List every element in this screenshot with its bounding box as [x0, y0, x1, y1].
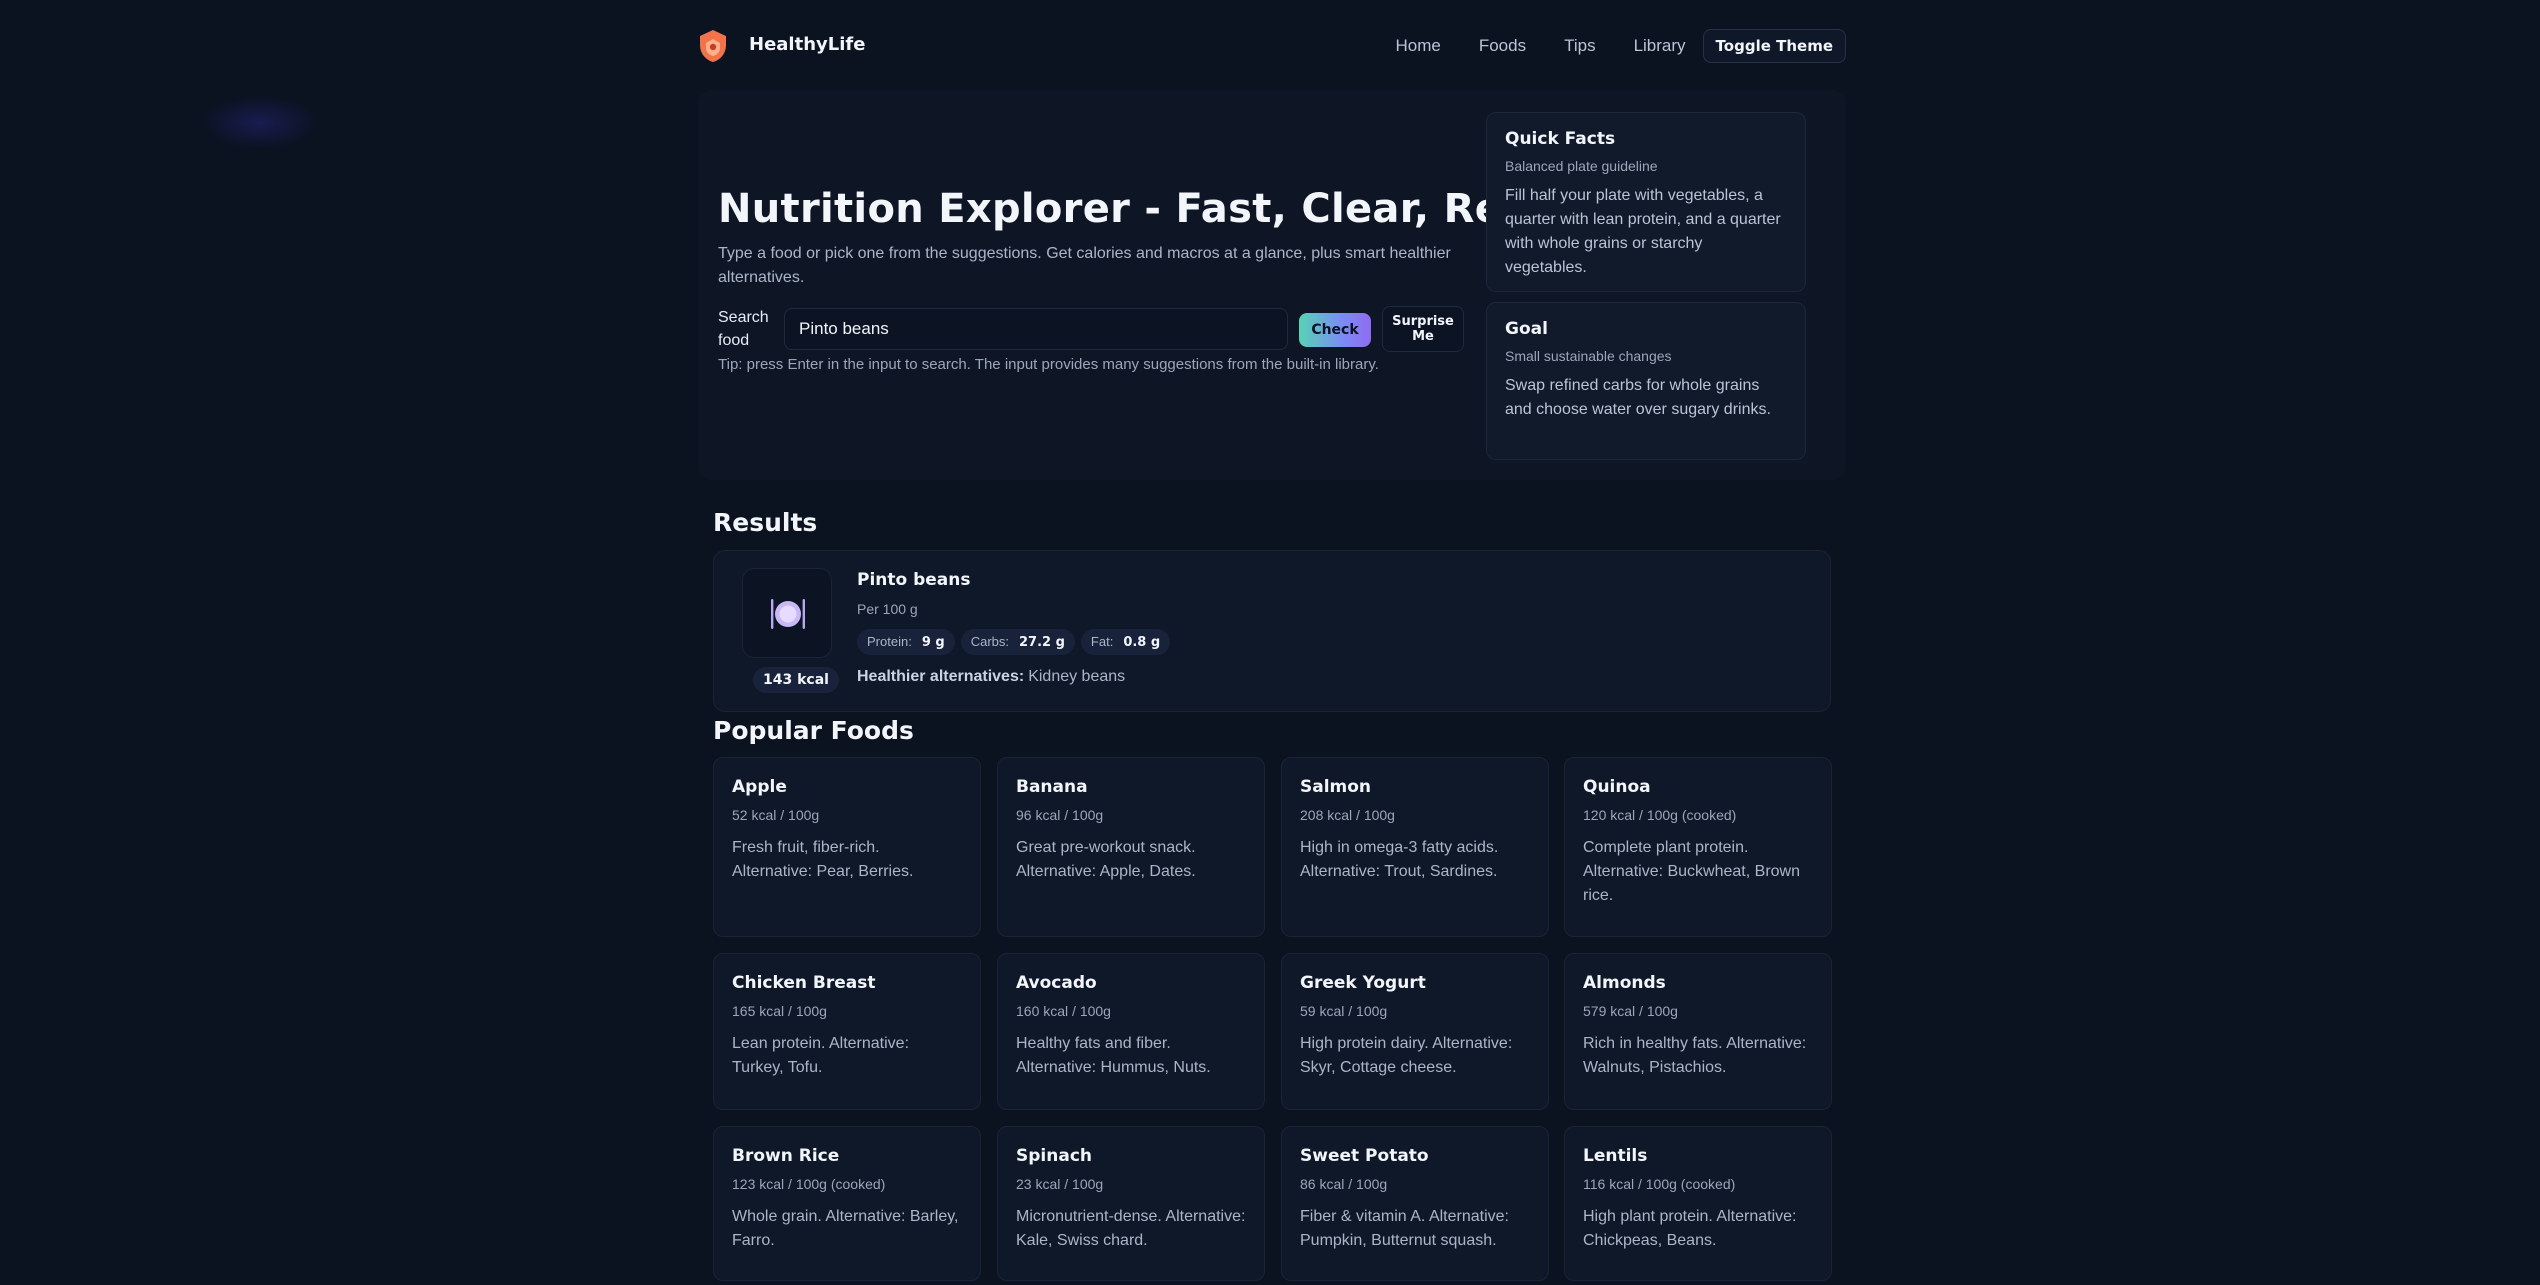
hero-panel: Nutrition Explorer - Fast, Clear, Reliab…: [698, 90, 1846, 480]
food-card-brown-rice[interactable]: Brown Rice 123 kcal / 100g (cooked) Whol…: [713, 1126, 981, 1281]
macro-value: 27.2 g: [1019, 635, 1065, 650]
food-name: Avocado: [1016, 973, 1097, 993]
food-desc: Whole grain. Alternative: Barley, Farro.: [732, 1208, 959, 1249]
alternatives-value: Kidney beans: [1028, 668, 1126, 685]
macro-value: 0.8 g: [1123, 635, 1161, 650]
food-card-salmon[interactable]: Salmon 208 kcal / 100g High in omega-3 f…: [1281, 757, 1549, 937]
surprise-me-button[interactable]: Surprise Me: [1382, 306, 1464, 352]
food-kcal: 208 kcal / 100g: [1300, 807, 1395, 823]
food-desc: Micronutrient-dense. Alternative: Kale, …: [1016, 1208, 1246, 1249]
food-card-lentils[interactable]: Lentils 116 kcal / 100g (cooked) High pl…: [1564, 1126, 1832, 1281]
food-desc: High protein dairy. Alternative: Skyr, C…: [1300, 1035, 1513, 1076]
macro-label: Protein:: [867, 634, 912, 649]
food-kcal: 123 kcal / 100g (cooked): [732, 1176, 886, 1192]
food-card-quinoa[interactable]: Quinoa 120 kcal / 100g (cooked) Complete…: [1564, 757, 1832, 937]
fact-card-title: Goal: [1505, 319, 1548, 339]
check-button[interactable]: Check: [1299, 313, 1371, 347]
fact-card-body: Fill half your plate with vegetables, a …: [1505, 187, 1781, 276]
fact-card-subtitle: Small sustainable changes: [1505, 348, 1672, 364]
alternatives-label: Healthier alternatives:: [857, 668, 1025, 685]
macro-fat: Fat: 0.8 g: [1080, 629, 1171, 655]
food-desc: Healthy fats and fiber. Alternative: Hum…: [1016, 1035, 1211, 1076]
food-name: Chicken Breast: [732, 973, 876, 993]
hero-subtitle: Type a food or pick one from the suggest…: [718, 245, 1451, 286]
food-desc: Great pre-workout snack. Alternative: Ap…: [1016, 839, 1196, 880]
nav-link-library[interactable]: Library: [1634, 28, 1686, 64]
food-card-avocado[interactable]: Avocado 160 kcal / 100g Healthy fats and…: [997, 953, 1265, 1110]
result-kcal-badge: 143 kcal: [753, 667, 839, 693]
food-kcal: 579 kcal / 100g: [1583, 1003, 1678, 1019]
plate-cutlery-icon: [771, 599, 805, 629]
top-nav: HealthyLife Home Foods Tips Library Togg…: [698, 26, 1846, 66]
result-card: 143 kcal Pinto beans Per 100 g Protein: 9…: [713, 550, 1831, 712]
popular-foods-heading: Popular Foods: [713, 716, 914, 745]
food-kcal: 86 kcal / 100g: [1300, 1176, 1388, 1192]
quick-facts-card: Quick Facts Balanced plate guideline Fil…: [1486, 112, 1806, 292]
food-kcal: 59 kcal / 100g: [1300, 1003, 1388, 1019]
search-tip: Tip: press Enter in the input to search.…: [718, 356, 1379, 373]
food-desc: Fresh fruit, fiber-rich. Alternative: Pe…: [732, 839, 914, 880]
food-card-almonds[interactable]: Almonds 579 kcal / 100g Rich in healthy …: [1564, 953, 1832, 1110]
result-thumbnail: [742, 568, 832, 658]
background-glow: [200, 95, 320, 150]
goal-card: Goal Small sustainable changes Swap refi…: [1486, 302, 1806, 460]
result-serving: Per 100 g: [857, 601, 918, 617]
food-name: Salmon: [1300, 777, 1372, 797]
search-label: Search food: [718, 309, 769, 349]
food-name: Almonds: [1583, 973, 1666, 993]
nav-link-home[interactable]: Home: [1395, 28, 1440, 64]
macro-label: Fat:: [1090, 634, 1114, 649]
nav-link-foods[interactable]: Foods: [1479, 28, 1526, 64]
food-card-greek-yogurt[interactable]: Greek Yogurt 59 kcal / 100g High protein…: [1281, 953, 1549, 1110]
search-input[interactable]: [784, 308, 1288, 350]
macro-list: Protein: 9 g Carbs: 27.2 g Fat: 0.8 g: [857, 629, 1176, 655]
food-kcal: 165 kcal / 100g: [732, 1003, 827, 1019]
food-desc: Rich in healthy fats. Alternative: Walnu…: [1583, 1035, 1807, 1076]
nav-link-tips[interactable]: Tips: [1564, 28, 1596, 64]
heart-shield-icon[interactable]: [698, 29, 728, 63]
food-card-chicken-breast[interactable]: Chicken Breast 165 kcal / 100g Lean prot…: [713, 953, 981, 1110]
food-kcal: 96 kcal / 100g: [1016, 807, 1104, 823]
food-name: Quinoa: [1583, 777, 1651, 797]
macro-label: Carbs:: [970, 634, 1009, 649]
food-card-apple[interactable]: Apple 52 kcal / 100g Fresh fruit, fiber-…: [713, 757, 981, 937]
food-card-sweet-potato[interactable]: Sweet Potato 86 kcal / 100g Fiber & vita…: [1281, 1126, 1549, 1281]
macro-value: 9 g: [921, 635, 945, 650]
food-kcal: 116 kcal / 100g (cooked): [1583, 1176, 1736, 1192]
food-desc: Fiber & vitamin A. Alternative: Pumpkin,…: [1300, 1208, 1509, 1249]
food-kcal: 23 kcal / 100g: [1016, 1176, 1104, 1192]
food-kcal: 120 kcal / 100g (cooked): [1583, 807, 1737, 823]
food-desc: Complete plant protein. Alternative: Buc…: [1583, 839, 1800, 904]
healthier-alternatives: Healthier alternatives: Kidney beans: [857, 668, 1125, 686]
toggle-theme-button[interactable]: Toggle Theme: [1702, 29, 1846, 63]
food-desc: High in omega-3 fatty acids. Alternative…: [1300, 839, 1499, 880]
results-heading: Results: [713, 508, 818, 537]
food-card-spinach[interactable]: Spinach 23 kcal / 100g Micronutrient-den…: [997, 1126, 1265, 1281]
brand-name[interactable]: HealthyLife: [749, 34, 865, 55]
food-kcal: 52 kcal / 100g: [732, 807, 820, 823]
food-name: Spinach: [1016, 1146, 1092, 1166]
food-name: Sweet Potato: [1300, 1146, 1429, 1166]
macro-protein: Protein: 9 g: [857, 629, 955, 655]
food-kcal: 160 kcal / 100g: [1016, 1003, 1111, 1019]
food-name: Banana: [1016, 777, 1088, 797]
nav-links: Home Foods Tips Library Toggle Theme: [1395, 28, 1846, 64]
food-name: Brown Rice: [732, 1146, 840, 1166]
food-card-banana[interactable]: Banana 96 kcal / 100g Great pre-workout …: [997, 757, 1265, 937]
food-name: Greek Yogurt: [1300, 973, 1426, 993]
food-name: Lentils: [1583, 1146, 1648, 1166]
fact-card-body: Swap refined carbs for whole grains and …: [1505, 377, 1771, 418]
fact-card-title: Quick Facts: [1505, 129, 1616, 149]
food-desc: High plant protein. Alternative: Chickpe…: [1583, 1208, 1797, 1249]
food-name: Apple: [732, 777, 787, 797]
food-desc: Lean protein. Alternative: Turkey, Tofu.: [732, 1035, 910, 1076]
fact-card-subtitle: Balanced plate guideline: [1505, 158, 1658, 174]
result-food-name: Pinto beans: [857, 570, 971, 590]
macro-carbs: Carbs: 27.2 g: [960, 629, 1075, 655]
